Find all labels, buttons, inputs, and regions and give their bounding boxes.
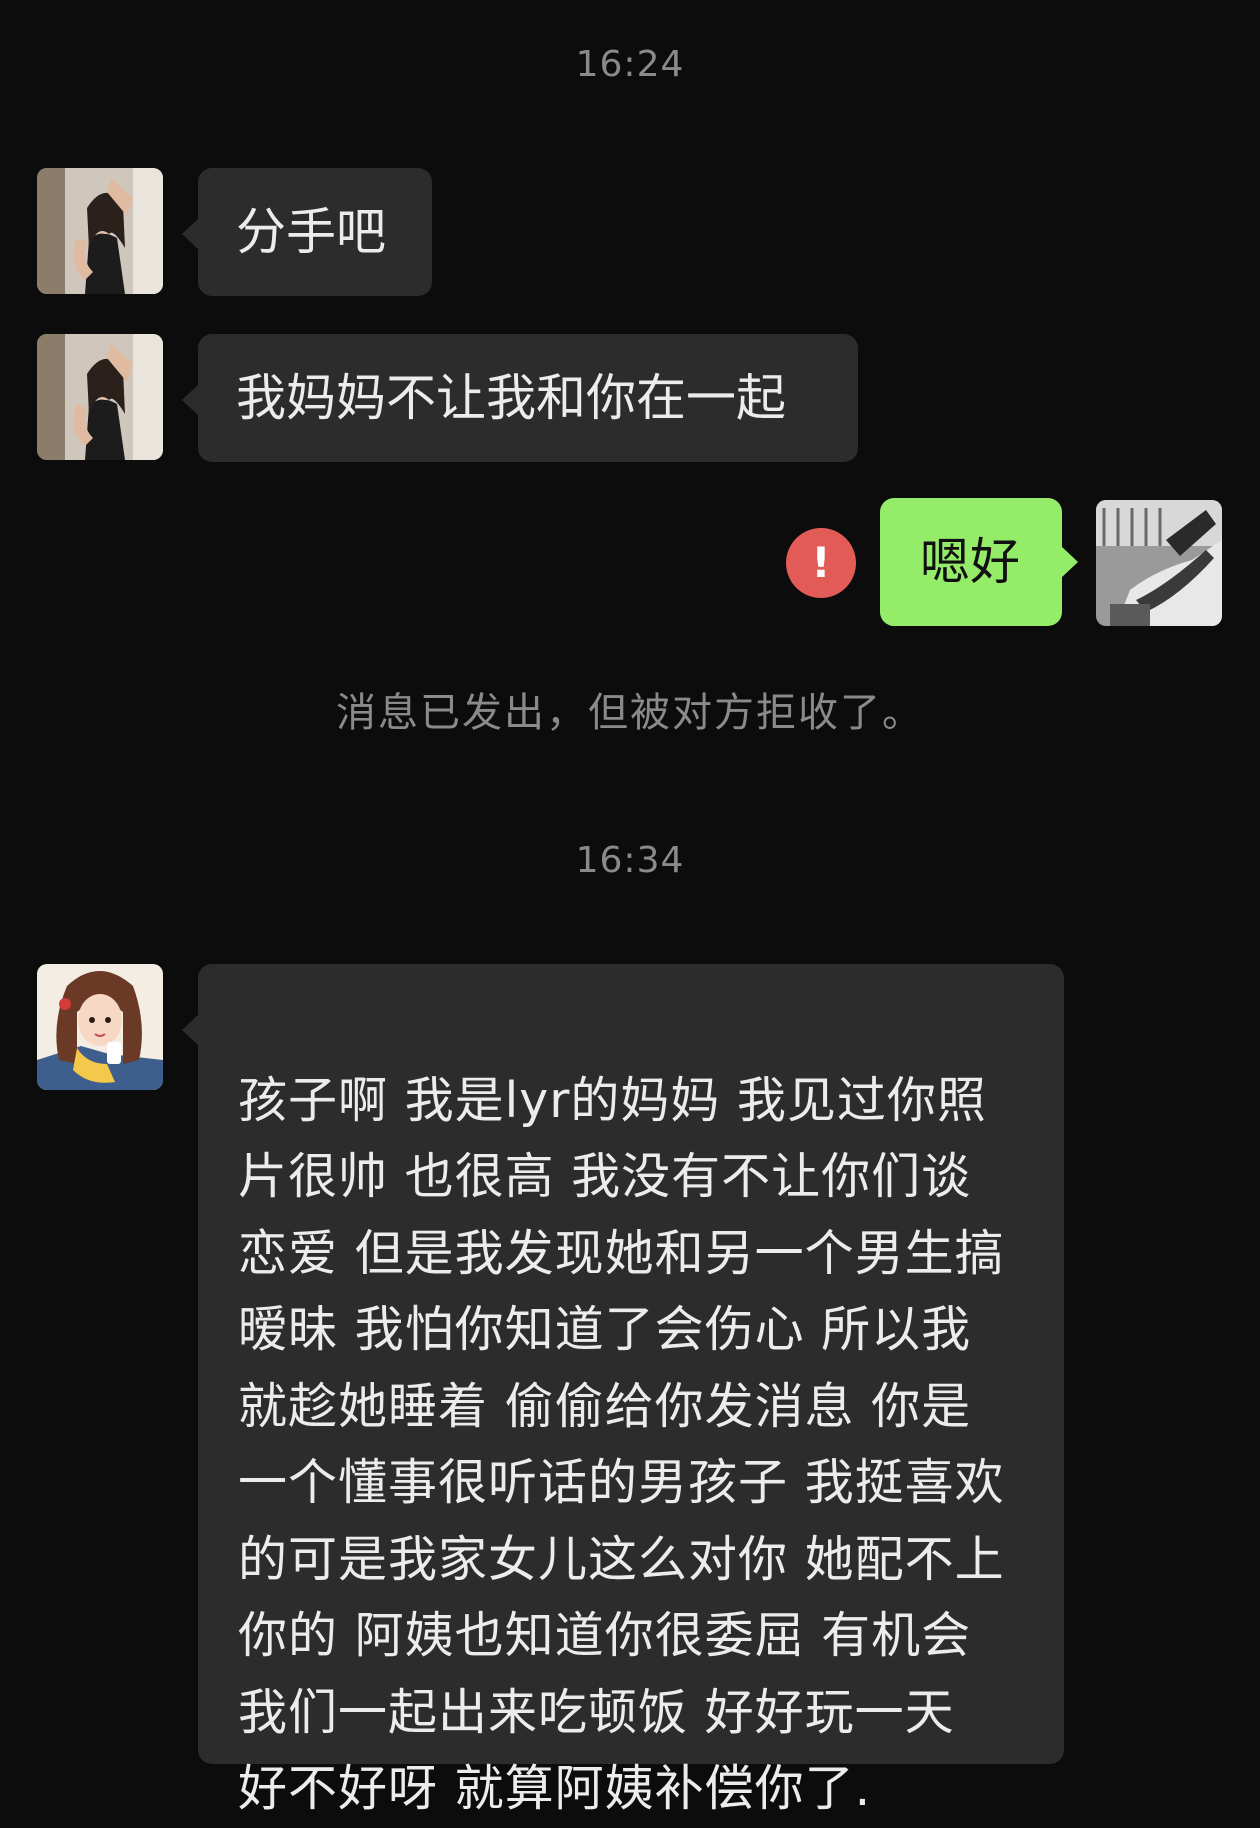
contact-avatar[interactable] <box>37 334 163 460</box>
message-text: 孩子啊 我是lyr的妈妈 我见过你照 片很帅 也很高 我没有不让你们谈 恋爱 但… <box>238 1071 1005 1818</box>
system-notice: 消息已发出，但被对方拒收了。 <box>336 690 924 736</box>
contact-avatar[interactable] <box>37 964 163 1090</box>
message-bubble[interactable]: 我妈妈不让我和你在一起 <box>182 334 858 462</box>
message-text: 嗯好 <box>920 533 1020 591</box>
avatar-photo-icon <box>37 334 163 460</box>
message-bubble[interactable]: 孩子啊 我是lyr的妈妈 我见过你照 片很帅 也很高 我没有不让你们谈 恋爱 但… <box>182 964 1064 1817</box>
avatar-photo-icon <box>37 168 163 294</box>
timestamp: 16:24 <box>575 44 685 85</box>
self-avatar[interactable] <box>1096 500 1222 626</box>
avatar-photo-bw-icon <box>1096 500 1222 626</box>
message-bubble-outgoing[interactable]: 嗯好 <box>880 498 1078 626</box>
message-text: 我妈妈不让我和你在一起 <box>236 369 786 427</box>
message-text: 分手吧 <box>236 203 386 261</box>
contact-avatar[interactable] <box>37 168 163 294</box>
message-bubble[interactable]: 分手吧 <box>182 168 432 296</box>
exclamation-circle-icon[interactable]: ! <box>786 528 856 598</box>
avatar-illustration-icon <box>37 964 163 1090</box>
timestamp: 16:34 <box>575 840 685 881</box>
